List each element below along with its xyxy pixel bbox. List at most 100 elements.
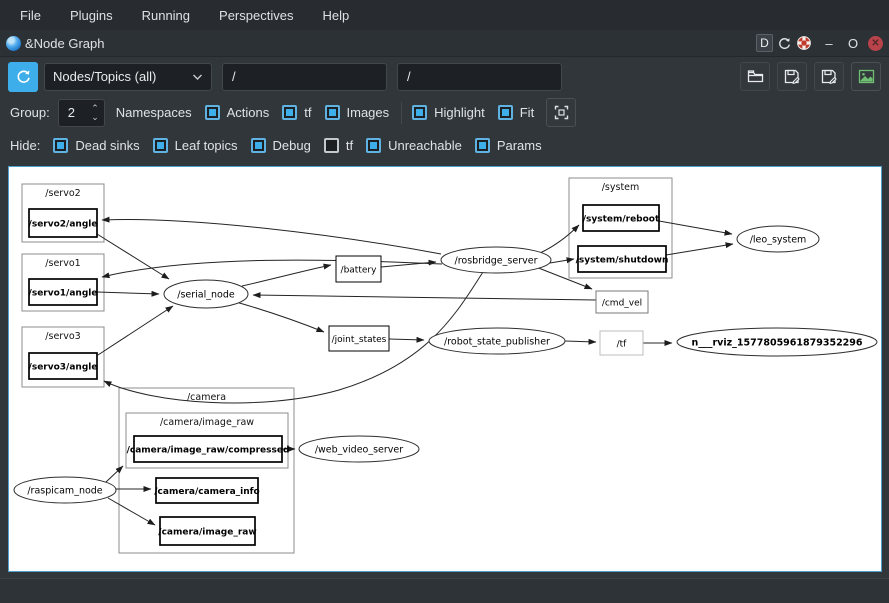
graph-node-label: /rosbridge_server (455, 256, 538, 267)
save-edit-icon (784, 69, 801, 85)
graph-edge (97, 292, 159, 294)
checkbox-actions[interactable]: Actions (205, 105, 270, 120)
graph-edge (242, 265, 331, 286)
graph-topic-label: /tf (617, 340, 628, 350)
menu-help[interactable]: Help (312, 4, 359, 27)
namespaces-label: Namespaces (116, 105, 192, 120)
graph-edge (236, 302, 324, 332)
checkbox-label: Actions (227, 105, 270, 120)
menu-file[interactable]: File (10, 4, 51, 27)
menu-plugins[interactable]: Plugins (60, 4, 123, 27)
checkbox-highlight[interactable]: Highlight (412, 105, 485, 120)
checkbox-hide-tf[interactable]: tf (324, 138, 353, 153)
checkbox-indicator[interactable] (325, 105, 340, 120)
graph-topic-label: /system/shutdown (576, 256, 669, 266)
checkbox-indicator[interactable] (205, 105, 220, 120)
graph-topic-label: /joint_states (332, 335, 387, 345)
checkbox-dead-sinks[interactable]: Dead sinks (53, 138, 139, 153)
checkbox-indicator[interactable] (282, 105, 297, 120)
help-lifesaver-icon[interactable] (796, 35, 812, 51)
graph-edge (565, 341, 596, 342)
refresh-graph-button[interactable] (8, 62, 38, 92)
checkbox-label: Params (497, 138, 542, 153)
node-filter-input[interactable]: / (222, 63, 387, 91)
minimize-button[interactable]: – (822, 36, 836, 51)
graph-edge (253, 295, 596, 300)
checkbox-unreachable[interactable]: Unreachable (366, 138, 462, 153)
checkbox-images[interactable]: Images (325, 105, 390, 120)
checkbox-label: Leaf topics (175, 138, 238, 153)
graph-edge (666, 244, 733, 255)
spinner-arrows-icon[interactable]: ⌃⌄ (91, 103, 99, 122)
checkbox-label: Fit (520, 105, 534, 120)
checkbox-label: tf (304, 105, 311, 120)
checkbox-label: tf (346, 138, 353, 153)
checkbox-indicator[interactable] (475, 138, 490, 153)
checkbox-label: Unreachable (388, 138, 462, 153)
checkbox-indicator[interactable] (153, 138, 168, 153)
dock-title: &Node Graph (25, 36, 105, 51)
graph-topic-label: /system/reboot (583, 215, 660, 225)
group-level-spinner[interactable]: 2 ⌃⌄ (58, 99, 105, 127)
hide-label: Hide: (10, 138, 40, 153)
checkbox-indicator[interactable] (366, 138, 381, 153)
maximize-button[interactable]: O (846, 36, 860, 51)
graph-node-label: /web_video_server (315, 445, 403, 456)
fit-in-view-button[interactable] (546, 98, 576, 127)
topic-filter-input[interactable]: / (397, 63, 562, 91)
graph-topic-label: /servo2/angle (29, 220, 98, 230)
dock-toggle-button[interactable]: D (756, 34, 773, 52)
graph-type-selected-value: Nodes/Topics (all) (53, 69, 192, 84)
folder-icon (747, 69, 764, 84)
node-graph-viewport[interactable]: /servo2/servo1/servo3/system/camera/came… (8, 166, 882, 572)
rqt-window: File Plugins Running Perspectives Help &… (0, 0, 889, 603)
graph-topic-label: /servo1/angle (29, 289, 98, 299)
fit-in-view-icon (554, 105, 569, 120)
checkbox-tf-group[interactable]: tf (282, 105, 311, 120)
graph-node-label: /serial_node (177, 290, 235, 301)
status-strip (0, 578, 889, 603)
save-image-button[interactable] (851, 62, 881, 91)
graph-topic-label: /camera/image_raw/compressed (127, 446, 290, 456)
graph-edge (102, 219, 441, 254)
close-button[interactable]: ✕ (868, 36, 883, 51)
graph-namespace-label: /servo3 (45, 331, 80, 342)
graph-edge (104, 272, 483, 403)
menu-perspectives[interactable]: Perspectives (209, 4, 303, 27)
graph-type-select[interactable]: Nodes/Topics (all) (44, 63, 212, 91)
checkbox-params[interactable]: Params (475, 138, 542, 153)
graph-edge (389, 339, 424, 340)
hide-options-row: Hide: Dead sinks Leaf topics Debug tf Un… (0, 129, 889, 162)
checkbox-indicator[interactable] (53, 138, 68, 153)
graph-edge (97, 234, 169, 279)
graph-topic-label: /servo3/angle (29, 363, 98, 373)
checkbox-label: Dead sinks (75, 138, 139, 153)
graph-topic-label: /battery (341, 266, 378, 276)
checkbox-indicator[interactable] (324, 138, 339, 153)
toolbar-separator (401, 102, 402, 124)
graph-node-label: n___rviz_1577805961879352296 (691, 338, 862, 349)
chevron-down-icon (192, 73, 203, 81)
graph-topic-label: /cmd_vel (602, 299, 642, 309)
node-graph-app-icon (6, 36, 21, 51)
checkbox-debug[interactable]: Debug (251, 138, 311, 153)
checkbox-leaf-topics[interactable]: Leaf topics (153, 138, 238, 153)
graph-namespace-label: /servo1 (45, 258, 80, 269)
reload-plugin-icon[interactable] (777, 36, 792, 51)
checkbox-indicator[interactable] (412, 105, 427, 120)
menu-running[interactable]: Running (132, 4, 200, 27)
menu-bar: File Plugins Running Perspectives Help (0, 0, 889, 30)
group-level-value: 2 (68, 105, 75, 120)
save-svg-file-button[interactable] (814, 62, 844, 91)
checkbox-fit[interactable]: Fit (498, 105, 534, 120)
graph-namespace-label: /system (602, 182, 640, 193)
save-dot-file-button[interactable] (777, 62, 807, 91)
checkbox-indicator[interactable] (251, 138, 266, 153)
save-edit-icon (821, 69, 838, 85)
checkbox-indicator[interactable] (498, 105, 513, 120)
graph-topic-label: /camera/camera_info (154, 487, 259, 497)
graph-node-label: /raspicam_node (27, 486, 102, 497)
checkbox-label: Highlight (434, 105, 485, 120)
open-dot-file-button[interactable] (740, 62, 770, 91)
node-graph-svg: /servo2/servo1/servo3/system/camera/came… (9, 167, 881, 571)
